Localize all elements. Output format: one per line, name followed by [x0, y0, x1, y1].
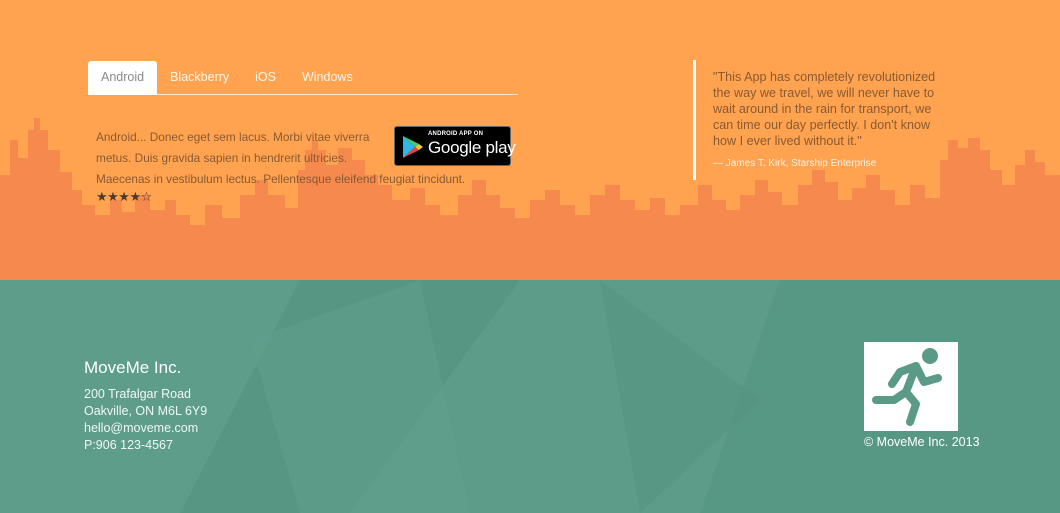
quote-line: the way we travel, we will never have to [713, 86, 935, 100]
copyright-text: © MoveMe Inc. 2013 [864, 435, 980, 449]
tab-android[interactable]: Android [88, 61, 158, 95]
phone-number: P:906 123-4567 [84, 438, 173, 452]
company-address: 200 Trafalgar Road Oakville, ON M6L 6Y9 … [84, 386, 207, 454]
badge-top-text: ANDROID APP ON [428, 131, 484, 137]
star-rating: ★★★★☆ [96, 190, 152, 205]
badge-main-text: Google play [428, 138, 516, 157]
play-triangle-icon [403, 136, 423, 158]
tab-windows[interactable]: Windows [289, 61, 366, 94]
running-man-icon [872, 348, 942, 426]
hero-section: Android Blackberry iOS Windows Android..… [0, 0, 1060, 280]
tab-blackberry[interactable]: Blackberry [157, 61, 242, 94]
quote-line: how I ever lived without it." [713, 134, 862, 148]
platform-tabs: Android Blackberry iOS Windows [88, 61, 518, 95]
address-street: 200 Trafalgar Road [84, 387, 192, 401]
google-play-badge[interactable]: ANDROID APP ON Google play [394, 126, 516, 166]
address-city: Oakville, ON M6L 6Y9 [84, 404, 208, 418]
quote-line: wait around in the rain for transport, w… [713, 102, 932, 116]
description-line: Maecenas in vestibulum lectus. Pellentes… [96, 172, 466, 186]
quote-divider [693, 60, 696, 180]
footer: MoveMe Inc. 200 Trafalgar Road Oakville,… [0, 280, 1060, 513]
testimonial-quote: "This App has completely revolutionized … [713, 69, 953, 149]
company-logo [864, 342, 958, 431]
quote-line: can time our day perfectly. I don't know [713, 118, 931, 132]
quote-author: — James T. Kirk, Starship Enterprise [713, 158, 877, 169]
email-link[interactable]: hello@moveme.com [84, 420, 207, 437]
quote-line: "This App has completely revolutionized [713, 70, 936, 84]
tab-ios[interactable]: iOS [242, 61, 289, 94]
company-name: MoveMe Inc. [84, 358, 182, 377]
